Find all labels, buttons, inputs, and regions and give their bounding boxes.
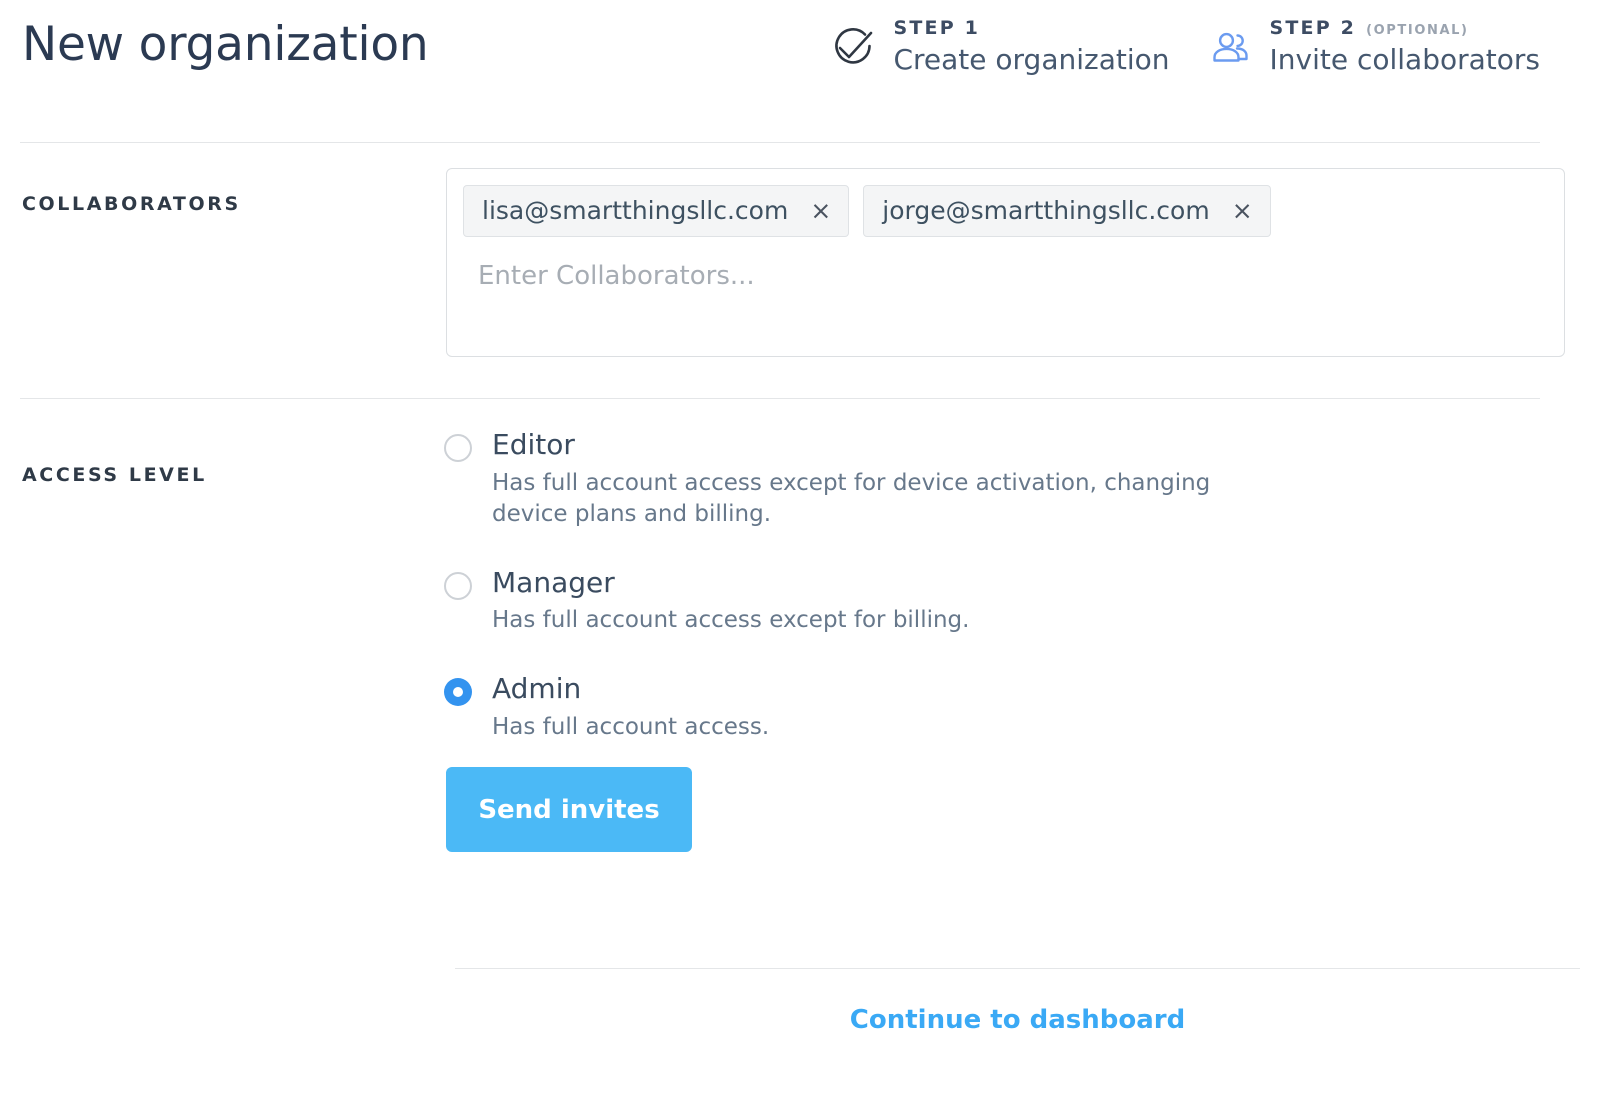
collaborator-chips: lisa@smartthingsllc.com × jorge@smartthi… <box>463 185 1548 237</box>
collaborator-chip[interactable]: jorge@smartthingsllc.com × <box>863 185 1271 237</box>
access-option-editor-label: Editor <box>492 428 575 461</box>
send-invites-button[interactable]: Send invites <box>446 767 692 852</box>
access-option-manager-description: Has full account access except for billi… <box>492 607 970 634</box>
collaborator-chip-email: jorge@smartthingsllc.com <box>882 196 1210 225</box>
access-option-manager-label: Manager <box>492 565 615 599</box>
step-1-kicker: STEP 1 <box>893 17 1169 40</box>
step-2-name: Invite collaborators <box>1269 42 1540 76</box>
collaborators-label: COLLABORATORS <box>22 193 241 215</box>
access-option-manager[interactable]: Manager Has full account access except f… <box>444 566 1344 637</box>
continue-to-dashboard-link[interactable]: Continue to dashboard <box>455 1005 1580 1035</box>
radio-admin[interactable] <box>444 678 472 707</box>
step-1-name: Create organization <box>893 42 1170 76</box>
step-2-kicker: STEP 2 (OPTIONAL) <box>1269 17 1540 40</box>
page-title: New organization <box>22 17 429 72</box>
step-2-kicker-text: STEP 2 <box>1269 17 1357 39</box>
step-1-kicker-text: STEP 1 <box>893 17 981 39</box>
access-option-admin[interactable]: Admin Has full account access. <box>444 672 1344 743</box>
close-icon[interactable]: × <box>1232 198 1253 223</box>
access-option-editor[interactable]: Editor Has full account access except fo… <box>444 428 1344 530</box>
radio-manager[interactable] <box>444 571 472 600</box>
divider-top <box>20 142 1540 143</box>
new-organization-page: New organization STEP 1 Create organizat… <box>0 0 1600 1109</box>
step-2[interactable]: STEP 2 (OPTIONAL) Invite collaborators <box>1204 17 1540 77</box>
access-level-options: Editor Has full account access except fo… <box>444 428 1344 743</box>
check-circle-icon <box>827 18 879 70</box>
access-option-admin-description: Has full account access. <box>492 713 770 740</box>
step-1[interactable]: STEP 1 Create organization <box>827 17 1170 77</box>
collaborator-chip-email: lisa@smartthingsllc.com <box>482 196 789 225</box>
close-icon[interactable]: × <box>810 198 831 223</box>
page-header: New organization STEP 1 Create organizat… <box>0 0 1600 132</box>
divider-footer <box>455 968 1580 969</box>
people-icon <box>1204 18 1256 70</box>
access-level-label: ACCESS LEVEL <box>22 464 207 486</box>
step-indicator: STEP 1 Create organization STEP 2 (OPTIO… <box>827 12 1540 77</box>
collaborator-chip[interactable]: lisa@smartthingsllc.com × <box>463 185 850 237</box>
radio-editor[interactable] <box>444 434 472 462</box>
divider-middle <box>20 398 1540 399</box>
access-option-editor-description: Has full account access except for devic… <box>492 469 1211 527</box>
collaborators-input[interactable] <box>463 261 1548 291</box>
collaborators-input-box[interactable]: lisa@smartthingsllc.com × jorge@smartthi… <box>446 168 1565 357</box>
access-option-admin-label: Admin <box>492 672 582 706</box>
step-2-optional-badge: (OPTIONAL) <box>1366 23 1469 38</box>
